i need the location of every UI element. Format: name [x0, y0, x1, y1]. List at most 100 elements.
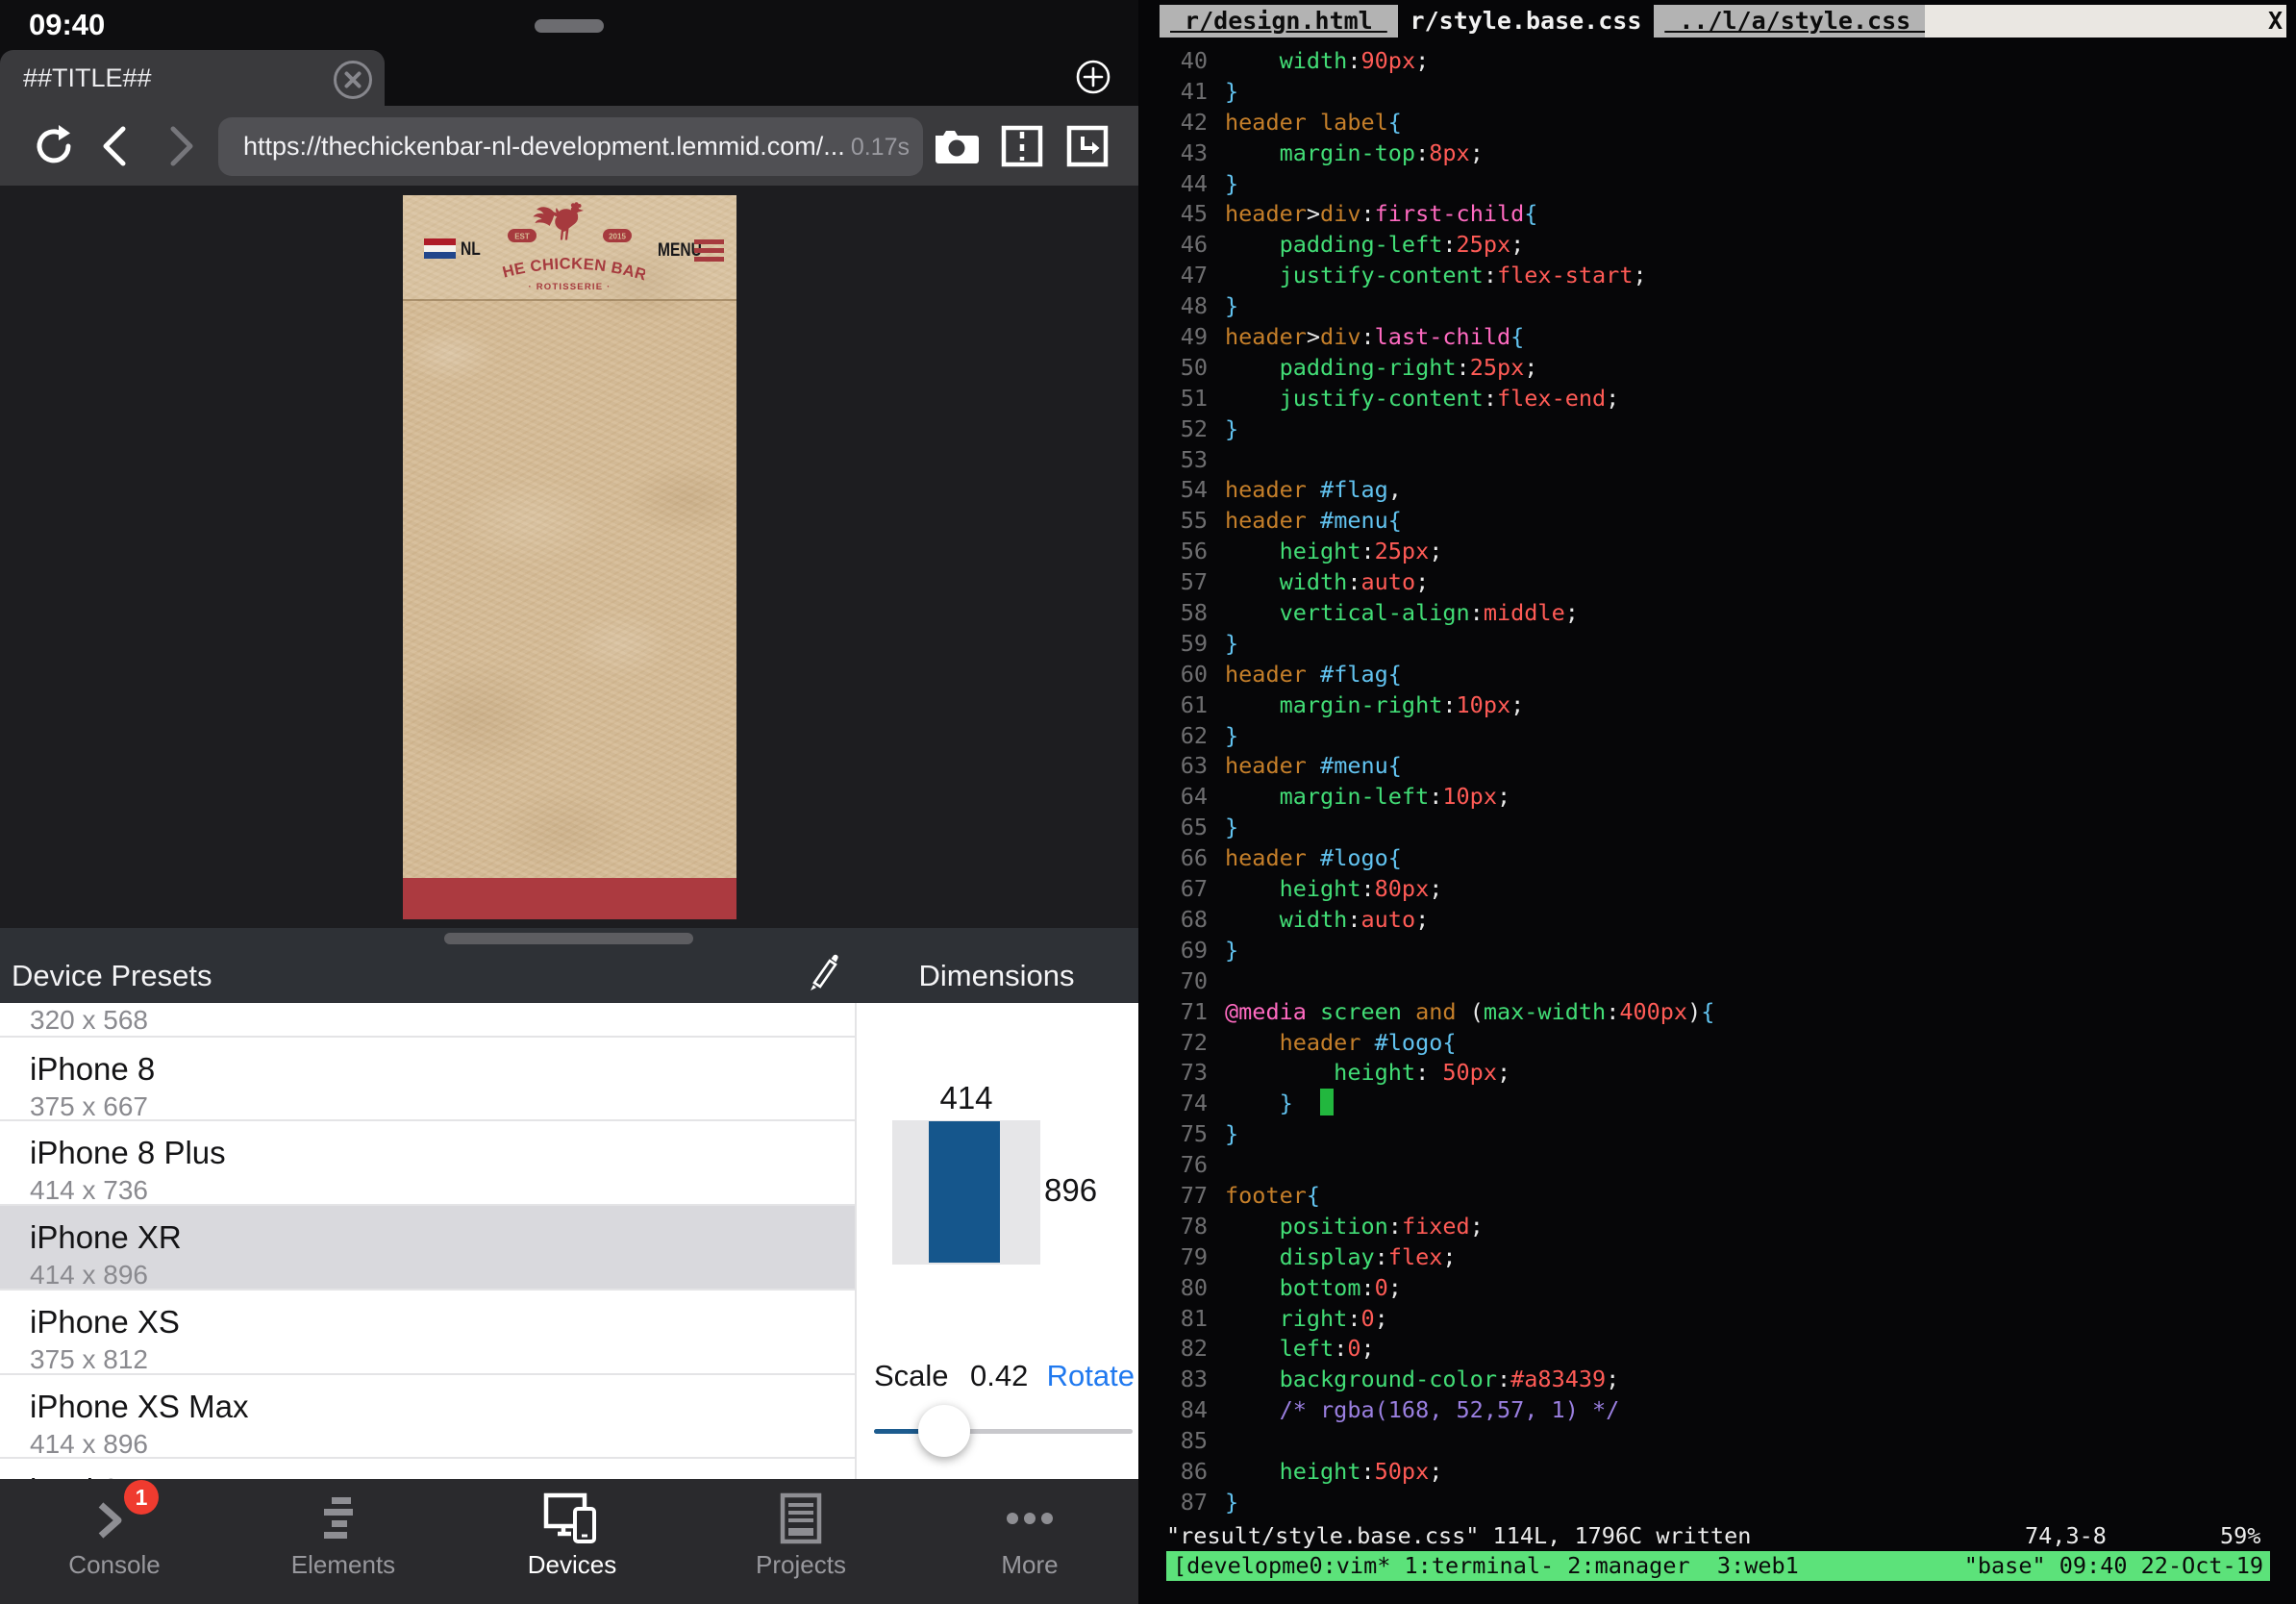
editor-tab-r/style.base.css[interactable]: r/style.base.css [1385, 5, 1667, 38]
device-row-iphone-xr[interactable]: iPhone XR 414 x 896 [0, 1204, 855, 1289]
line-number: 50 [1138, 353, 1208, 384]
line-number: 45 [1138, 199, 1208, 230]
tab-elements[interactable]: Elements [229, 1479, 458, 1604]
close-tab-icon[interactable] [333, 60, 373, 100]
line-number: 55 [1138, 506, 1208, 537]
tab-label: Console [0, 1550, 229, 1580]
url-text: https://thechickenbar-nl-development.lem… [243, 132, 845, 162]
line-number: 71 [1138, 997, 1208, 1028]
line-number: 81 [1138, 1304, 1208, 1335]
line-number: 65 [1138, 813, 1208, 843]
elements-icon [229, 1491, 458, 1546]
svg-text:2015: 2015 [609, 233, 626, 241]
svg-text:EST: EST [514, 233, 530, 241]
edit-icon[interactable] [804, 953, 842, 991]
tab-label: Elements [229, 1550, 458, 1580]
device-name: iPhone XR [30, 1219, 182, 1256]
screenshot-icon[interactable] [929, 106, 983, 186]
code-line-81: 81 right:0; [1138, 1304, 2296, 1335]
dim-width: 414 [892, 1080, 1040, 1116]
open-external-icon[interactable] [1063, 106, 1111, 186]
line-number: 68 [1138, 905, 1208, 936]
site-header: NL [403, 195, 736, 301]
device-dims: 320 x 568 [30, 1005, 148, 1036]
back-icon[interactable] [94, 106, 133, 186]
code-line-73: 73 height: 50px; [1138, 1058, 2296, 1089]
code-line-58: 58 vertical-align:middle; [1138, 598, 2296, 629]
split-view-icon[interactable] [998, 106, 1046, 186]
device-row-iphone-xs[interactable]: iPhone XS375 x 812 [0, 1289, 855, 1373]
tab-devices[interactable]: Devices [458, 1479, 686, 1604]
line-number: 48 [1138, 291, 1208, 322]
device-dims: 414 x 896 [30, 1260, 148, 1291]
code-line-85: 85 [1138, 1426, 2296, 1457]
tmux-session-info: "base" 09:40 22-Oct-19 [1964, 1552, 2263, 1579]
line-number: 76 [1138, 1150, 1208, 1181]
line-number: 78 [1138, 1212, 1208, 1242]
nl-flag-icon[interactable] [424, 238, 456, 259]
forward-icon[interactable] [163, 106, 202, 186]
line-number: 69 [1138, 936, 1208, 966]
line-number: 79 [1138, 1242, 1208, 1273]
editor-tab-../l/a/style.css[interactable]: ../l/a/style.css [1654, 5, 1935, 38]
rotate-button[interactable]: Rotate [1047, 1359, 1135, 1393]
line-number: 52 [1138, 414, 1208, 445]
site-preview[interactable]: NL [403, 195, 736, 919]
line-number: 83 [1138, 1365, 1208, 1395]
new-tab-icon[interactable] [1076, 60, 1111, 94]
hamburger-icon[interactable] [694, 239, 724, 262]
line-number: 46 [1138, 230, 1208, 261]
window-drag-handle[interactable] [535, 19, 604, 33]
code-line-54: 54header #flag, [1138, 475, 2296, 506]
code-line-76: 76 [1138, 1150, 2296, 1181]
tmux-status-bar: [developme0:vim* 1:terminal- 2:manager 3… [1166, 1551, 2270, 1581]
panel-drag-handle[interactable] [444, 933, 693, 944]
code-area[interactable]: 40 width:90px;41}42header label{43 margi… [1138, 46, 2296, 1518]
scale-label: Scale [874, 1359, 949, 1393]
code-line-49: 49header>div:last-child{ [1138, 322, 2296, 353]
device-dims: 414 x 896 [30, 1429, 148, 1460]
device-preview-area: NL [0, 186, 1138, 928]
url-field[interactable]: https://thechickenbar-nl-development.lem… [218, 117, 923, 176]
line-number: 43 [1138, 138, 1208, 169]
scale-slider-knob[interactable] [918, 1405, 970, 1457]
line-number: 73 [1138, 1058, 1208, 1089]
scale-slider[interactable] [874, 1429, 1133, 1434]
vim-cursor-pos: 74,3-8 [2025, 1522, 2107, 1549]
tab-label: Projects [686, 1550, 915, 1580]
line-number: 40 [1138, 46, 1208, 77]
code-line-51: 51 justify-content:flex-end; [1138, 384, 2296, 414]
line-number: 51 [1138, 384, 1208, 414]
browser-tab[interactable]: ##TITLE## [0, 50, 385, 106]
device-dims: 375 x 667 [30, 1091, 148, 1122]
device-row[interactable]: 320 x 568 [0, 1003, 855, 1004]
tab-more[interactable]: More [915, 1479, 1144, 1604]
reload-icon[interactable] [31, 106, 79, 186]
editor-tab-r/design.html[interactable]: r/design.html [1160, 5, 1398, 38]
device-name: iPhone XS Max [30, 1389, 248, 1425]
tab-console[interactable]: Console1 [0, 1479, 229, 1604]
device-row-iphone-xs-max[interactable]: iPhone XS Max 414 x 896 [0, 1373, 855, 1458]
code-line-56: 56 height:25px; [1138, 537, 2296, 567]
line-number: 57 [1138, 567, 1208, 598]
tab-title: ##TITLE## [23, 63, 152, 93]
code-line-69: 69} [1138, 936, 2296, 966]
code-line-75: 75} [1138, 1119, 2296, 1150]
device-presets-title: Device Presets [12, 959, 212, 993]
code-line-42: 42header label{ [1138, 108, 2296, 138]
editor-close-button[interactable]: X [2268, 5, 2283, 38]
device-row-ipad-9-7-[interactable]: iPad 9.7” [0, 1457, 855, 1479]
code-line-68: 68 width:auto; [1138, 905, 2296, 936]
site-footer [403, 878, 736, 919]
device-row-iphone-8[interactable]: iPhone 8375 x 667 [0, 1036, 855, 1120]
tmux-windows: [developme0:vim* 1:terminal- 2:manager 3… [1173, 1552, 1799, 1579]
code-line-48: 48} [1138, 291, 2296, 322]
device-row-iphone-8-plus[interactable]: iPhone 8 Plus414 x 736 [0, 1119, 855, 1204]
code-line-64: 64 margin-left:10px; [1138, 782, 2296, 813]
line-number: 44 [1138, 169, 1208, 200]
tab-projects[interactable]: Projects [686, 1479, 915, 1604]
code-line-55: 55header #menu{ [1138, 506, 2296, 537]
line-number: 82 [1138, 1334, 1208, 1365]
device-name: iPhone XS [30, 1304, 180, 1341]
lang-label: NL [461, 239, 481, 261]
